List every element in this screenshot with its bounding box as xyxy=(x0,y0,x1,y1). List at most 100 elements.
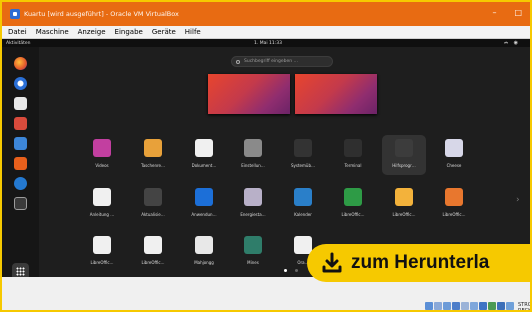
page-indicator xyxy=(284,269,298,272)
app-tile[interactable]: Dokument… xyxy=(182,135,226,175)
app-icon xyxy=(144,188,162,206)
app-tile[interactable]: Energiesta… xyxy=(231,184,275,224)
app-tile[interactable]: Terminal xyxy=(331,135,375,175)
app-tile[interactable]: Mahjongg xyxy=(182,232,226,272)
app-tile[interactable]: Videos xyxy=(80,135,124,175)
search-placeholder: Suchbegriff eingeben … xyxy=(244,59,299,64)
app-tile[interactable]: LibreOffic… xyxy=(432,184,476,224)
menu-eingabe[interactable]: Eingabe xyxy=(115,28,143,36)
recording-icon[interactable] xyxy=(488,302,496,310)
guest-topbar: Aktivitäten 1. Mai 11:33 ሐ ◉ xyxy=(2,39,530,47)
app-tile[interactable]: Systemüb… xyxy=(281,135,325,175)
software-icon[interactable] xyxy=(14,157,27,170)
app-icon xyxy=(294,139,312,157)
writer-icon[interactable] xyxy=(14,137,27,150)
usb-icon[interactable] xyxy=(461,302,469,310)
app-tile[interactable]: Einstellun… xyxy=(231,135,275,175)
app-tile[interactable]: Taschenre… xyxy=(131,135,175,175)
app-icon xyxy=(344,188,362,206)
audio-icon[interactable] xyxy=(443,302,451,310)
virtualbox-window: Kuartu [wird ausgeführt] - Oracle VM Vir… xyxy=(0,0,532,312)
app-label: Systemüb… xyxy=(291,163,315,168)
app-icon xyxy=(344,139,362,157)
help-icon[interactable] xyxy=(14,177,27,190)
display-icon[interactable] xyxy=(479,302,487,310)
app-tile[interactable]: LibreOffic… xyxy=(331,184,375,224)
app-label: LibreOffic… xyxy=(442,212,466,217)
menu-hilfe[interactable]: Hilfe xyxy=(185,28,201,36)
app-tile[interactable]: Mines xyxy=(231,232,275,272)
app-label: Anleitung … xyxy=(89,212,115,217)
menu-anzeige[interactable]: Anzeige xyxy=(78,28,106,36)
activities-button[interactable]: Aktivitäten xyxy=(6,41,31,46)
app-tile[interactable]: Anwendun… xyxy=(182,184,226,224)
system-status-icons[interactable]: ሐ ◉ xyxy=(504,40,520,46)
app-icon xyxy=(244,188,262,206)
download-banner[interactable]: zum Herunterla xyxy=(307,244,530,282)
app-label: Terminal xyxy=(344,163,362,168)
chevron-right-icon[interactable]: › xyxy=(516,195,520,205)
app-tile[interactable]: Cheese xyxy=(432,135,476,175)
app-icon xyxy=(195,139,213,157)
app-tile[interactable]: LibreOffic… xyxy=(382,184,426,224)
guest-screen[interactable]: Aktivitäten 1. Mai 11:33 ሐ ◉ Suchbegriff… xyxy=(2,39,530,280)
dock xyxy=(2,47,39,280)
app-label: LibreOffic… xyxy=(392,212,416,217)
app-icon xyxy=(195,236,213,254)
thunderbird-icon[interactable] xyxy=(14,77,27,90)
minimize-button[interactable]: – xyxy=(492,8,496,17)
menu-geraete[interactable]: Geräte xyxy=(152,28,176,36)
app-icon xyxy=(294,236,312,254)
search-input[interactable]: Suchbegriff eingeben … xyxy=(231,56,333,67)
window-titlebar[interactable]: Kuartu [wird ausgeführt] - Oracle VM Vir… xyxy=(2,2,530,26)
app-icon xyxy=(144,139,162,157)
app-tile[interactable]: Anleitung … xyxy=(80,184,124,224)
app-tile[interactable]: Hilfsprogr… xyxy=(382,135,426,175)
workspace-thumbnail-2[interactable] xyxy=(295,74,377,114)
app-icon xyxy=(144,236,162,254)
banner-text: zum Herunterla xyxy=(351,252,490,273)
firefox-icon[interactable] xyxy=(14,57,27,70)
files-icon[interactable] xyxy=(14,97,27,110)
host-key-label: STRG-RECHTS xyxy=(518,302,532,312)
mouse-integration-icon[interactable] xyxy=(506,302,514,310)
menu-maschine[interactable]: Maschine xyxy=(36,28,69,36)
virtualbox-icon xyxy=(10,9,20,19)
trash-icon[interactable] xyxy=(14,197,27,210)
app-label: Aktualisie… xyxy=(141,212,165,217)
hdd-icon[interactable] xyxy=(425,302,433,310)
shared-folder-icon[interactable] xyxy=(470,302,478,310)
app-label: LibreOffic… xyxy=(90,260,114,265)
app-icon xyxy=(244,139,262,157)
app-tile[interactable]: LibreOffic… xyxy=(80,232,124,272)
clock[interactable]: 1. Mai 11:33 xyxy=(254,41,282,46)
optical-icon[interactable] xyxy=(434,302,442,310)
app-icon xyxy=(294,188,312,206)
app-icon xyxy=(395,139,413,157)
app-label: LibreOffic… xyxy=(141,260,165,265)
app-label: LibreOffic… xyxy=(341,212,365,217)
app-label: Dokument… xyxy=(191,163,217,168)
page-dot-active[interactable] xyxy=(284,269,287,272)
page-dot[interactable] xyxy=(295,269,298,272)
app-label: Kalender xyxy=(294,212,312,217)
maximize-button[interactable]: □ xyxy=(514,8,522,17)
window-title: Kuartu [wird ausgeführt] - Oracle VM Vir… xyxy=(24,10,179,18)
app-label: Cheese xyxy=(446,163,462,168)
download-icon xyxy=(321,252,343,274)
app-tile[interactable]: Kalender xyxy=(281,184,325,224)
app-label: Energiesta… xyxy=(240,212,266,217)
cpu-icon[interactable] xyxy=(497,302,505,310)
app-icon xyxy=(93,139,111,157)
app-label: Anwendun… xyxy=(191,212,217,217)
workspace-thumbnail-1[interactable] xyxy=(208,74,290,114)
app-tile[interactable]: Aktualisie… xyxy=(131,184,175,224)
app-label: Mahjongg xyxy=(194,260,214,265)
app-icon xyxy=(93,236,111,254)
rhythmbox-icon[interactable] xyxy=(14,117,27,130)
app-icon xyxy=(195,188,213,206)
menu-datei[interactable]: Datei xyxy=(8,28,27,36)
search-icon xyxy=(236,59,240,64)
app-tile[interactable]: LibreOffic… xyxy=(131,232,175,272)
network-icon[interactable] xyxy=(452,302,460,310)
